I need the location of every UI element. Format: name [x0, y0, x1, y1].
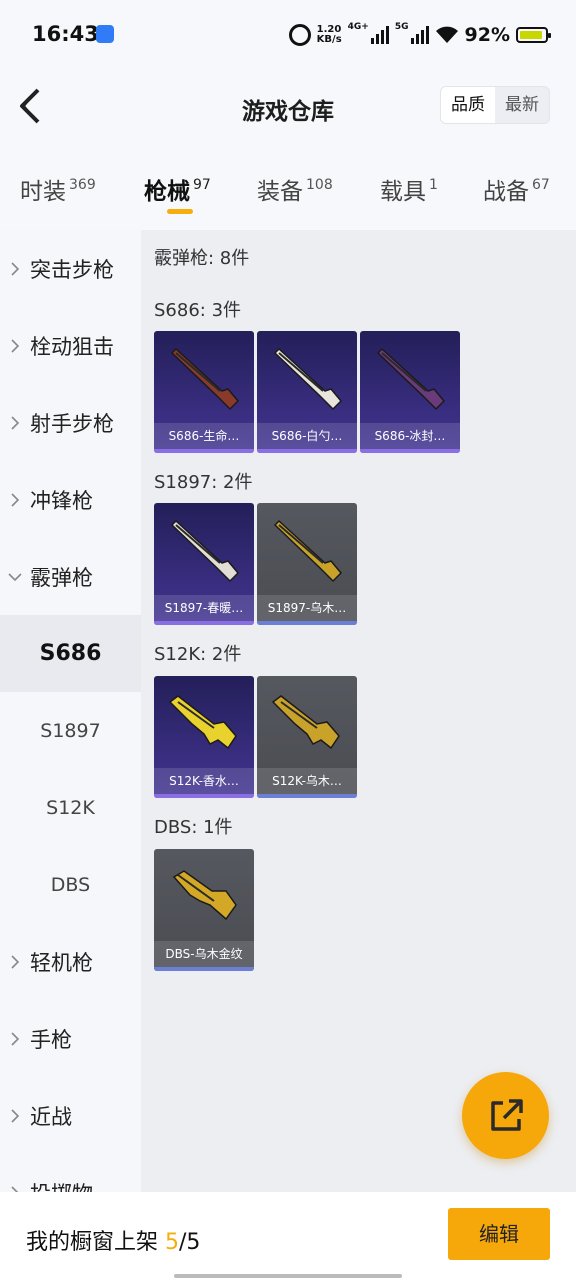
sidebar-item-smg[interactable]: 冲锋枪: [0, 461, 141, 538]
rifle-icon: [168, 695, 237, 750]
active-tab-indicator: [167, 209, 193, 214]
status-icons: 1.20 KB/s 4G+ 5G 92%: [288, 22, 551, 48]
sidebar-sub-dbs[interactable]: DBS: [0, 846, 141, 923]
chevron-right-icon: [0, 415, 30, 430]
sort-toggle: 品质 最新: [440, 86, 550, 124]
bottom-bar: 我的橱窗上架 5/5 编辑: [0, 1192, 576, 1280]
status-bar: 16:43 1.20 KB/s 4G+ 5G 92%: [0, 0, 576, 66]
weapon-name: S1897-春暖…: [154, 595, 254, 621]
tab-equipment[interactable]: 装备 108: [257, 172, 333, 206]
weapon-card[interactable]: S12K-乌木…: [257, 676, 357, 798]
sidebar-item-lmg[interactable]: 轻机枪: [0, 923, 141, 1000]
chevron-right-icon: [0, 954, 30, 969]
section-title: S12K: 2件: [154, 644, 242, 665]
showcase-count: 5: [165, 1230, 179, 1255]
chevron-right-icon: [0, 338, 30, 353]
signal-icon: [370, 26, 389, 44]
weapon-name: S686-白勺…: [257, 423, 357, 449]
alarm-icon: [288, 24, 311, 46]
rifle-icon: [271, 695, 340, 750]
battery-icon: [516, 27, 551, 43]
edit-button[interactable]: 编辑: [448, 1208, 550, 1260]
weapon-card[interactable]: S686-生命…: [154, 331, 254, 453]
weapon-name: S686-生命…: [154, 423, 254, 449]
wifi-icon: [435, 26, 458, 43]
battery-percent: 92%: [464, 24, 510, 46]
weapon-card[interactable]: S1897-春暖…: [154, 503, 254, 625]
chevron-right-icon: [0, 492, 30, 507]
shotgun-icon: [170, 519, 240, 583]
status-time: 16:43: [32, 22, 99, 46]
sidebar-item-shotgun[interactable]: 霰弹枪: [0, 538, 141, 615]
weapon-name: S1897-乌木…: [257, 595, 357, 621]
tab-weapons[interactable]: 枪械 97: [144, 172, 211, 206]
chevron-down-icon: [0, 572, 30, 582]
shotgun-icon: [376, 347, 446, 411]
weapon-name: S12K-香水…: [154, 768, 254, 794]
shotgun-icon: [273, 519, 343, 583]
chevron-right-icon: [0, 1031, 30, 1046]
showcase-label: 我的橱窗上架 5/5: [26, 1230, 201, 1255]
tab-vehicles[interactable]: 载具 1: [380, 172, 438, 206]
sort-quality-button[interactable]: 品质: [441, 87, 495, 123]
network-type-2: 5G: [394, 22, 409, 32]
weapon-card[interactable]: S686-冰封…: [360, 331, 460, 453]
weapon-card[interactable]: S12K-香水…: [154, 676, 254, 798]
sidebar-sub-s686[interactable]: S686: [0, 615, 141, 692]
sort-latest-button[interactable]: 最新: [495, 87, 549, 123]
section-title: DBS: 1件: [154, 817, 233, 838]
tab-fashion[interactable]: 时装 369: [20, 172, 96, 206]
notification-icon: [96, 25, 114, 43]
signal-icon-2: [410, 26, 429, 44]
weapon-name: S12K-乌木…: [257, 768, 357, 794]
tab-supplies[interactable]: 战备 67: [483, 172, 550, 206]
header: 游戏仓库 品质 最新: [0, 66, 576, 150]
chevron-right-icon: [0, 261, 30, 276]
section-title: S686: 3件: [154, 300, 242, 321]
weapon-name: S686-冰封…: [360, 423, 460, 449]
section-title: S1897: 2件: [154, 472, 253, 493]
sidebar-sub-s12k[interactable]: S12K: [0, 769, 141, 846]
weapon-card[interactable]: S686-白勺…: [257, 331, 357, 453]
sidebar-item-assault-rifle[interactable]: 突击步枪: [0, 230, 141, 307]
sidebar-item-throwable[interactable]: 投掷物: [0, 1154, 141, 1192]
external-link-icon: [490, 1098, 523, 1131]
category-summary: 霰弹枪: 8件: [154, 248, 250, 269]
share-button[interactable]: [462, 1072, 549, 1159]
home-indicator: [174, 1274, 402, 1278]
sidebar-item-melee[interactable]: 近战: [0, 1077, 141, 1154]
weapon-name: DBS-乌木金纹: [154, 941, 254, 967]
sidebar: 突击步枪 栓动狙击 射手步枪 冲锋枪 霰弹枪 S686 S1897 S12K D…: [0, 230, 141, 1192]
weapon-card[interactable]: S1897-乌木…: [257, 503, 357, 625]
shotgun-icon: [273, 347, 343, 411]
weapon-card[interactable]: DBS-乌木金纹: [154, 849, 254, 971]
shotgun-icon: [170, 347, 240, 411]
sidebar-sub-s1897[interactable]: S1897: [0, 692, 141, 769]
bullpup-shotgun-icon: [172, 870, 237, 921]
network-speed: 1.20 KB/s: [316, 24, 342, 45]
weapon-list: 霰弹枪: 8件 S686: 3件 S686-生命… S686-白勺… S686-…: [141, 230, 576, 1192]
chevron-right-icon: [0, 1108, 30, 1123]
sidebar-item-marksman-rifle[interactable]: 射手步枪: [0, 384, 141, 461]
network-type-1: 4G+: [347, 22, 369, 32]
sidebar-item-pistol[interactable]: 手枪: [0, 1000, 141, 1077]
category-tabs: 时装 369 枪械 97 装备 108 载具 1 战备 67: [0, 150, 576, 230]
sidebar-item-bolt-sniper[interactable]: 栓动狙击: [0, 307, 141, 384]
